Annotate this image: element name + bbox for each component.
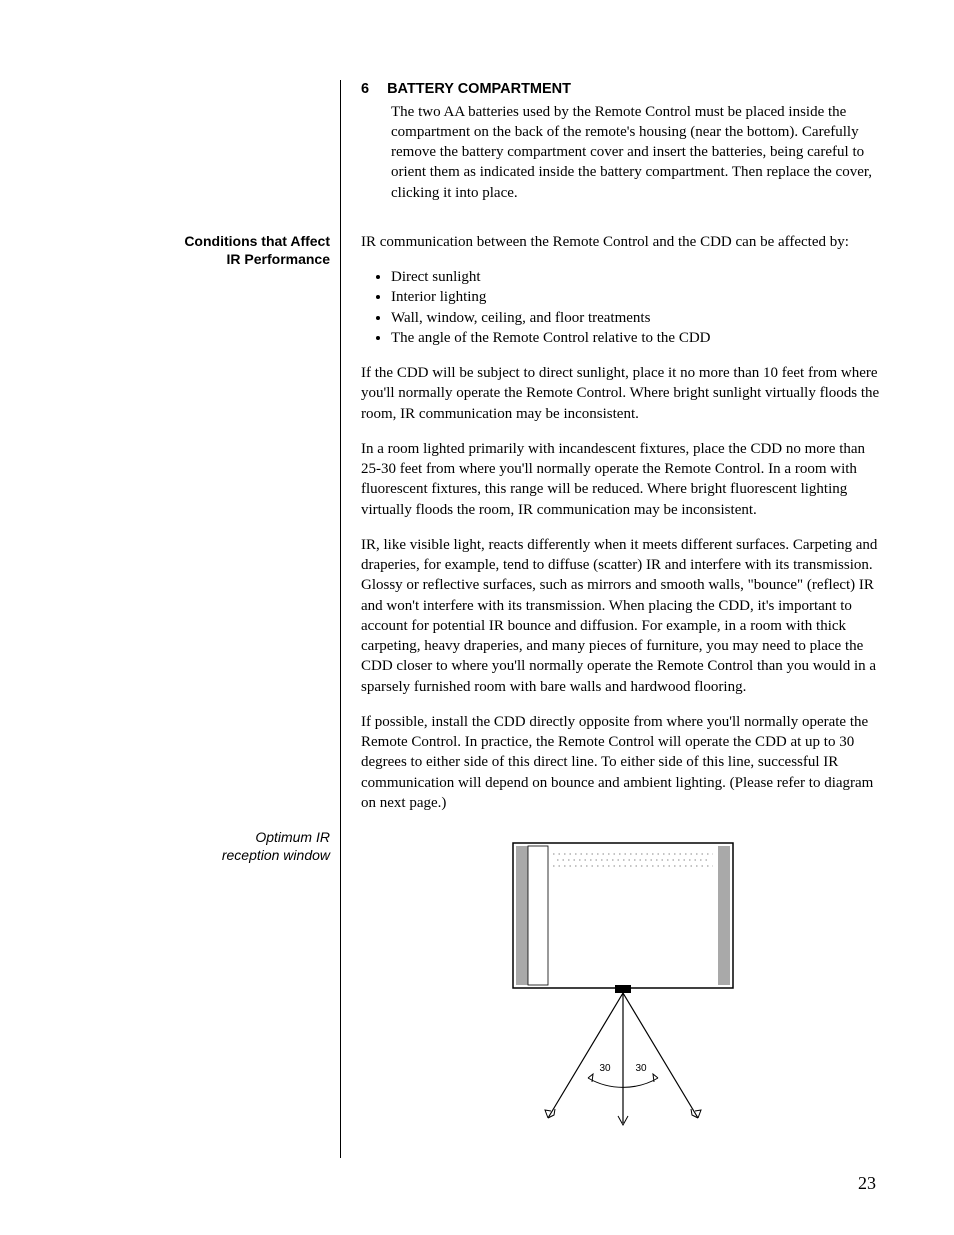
conditions-side-heading: Conditions that Affect IR Performance	[50, 232, 340, 268]
angle-right-label: 30	[635, 1063, 647, 1074]
conditions-p2: In a room lighted primarily with incande…	[361, 439, 884, 520]
diagram-caption-line2: reception window	[50, 846, 330, 864]
section-6-title: BATTERY COMPARTMENT	[387, 80, 571, 100]
bullet-item: Interior lighting	[391, 287, 884, 307]
diagram-caption-line1: Optimum IR	[50, 828, 330, 846]
diagram-body: 30 30	[340, 828, 884, 1158]
diagram-side-caption: Optimum IR reception window	[50, 828, 340, 864]
bullet-item: Direct sunlight	[391, 267, 884, 287]
section-6-number: 6	[361, 80, 369, 100]
section-diagram: Optimum IR reception window	[50, 828, 884, 1158]
conditions-p1: If the CDD will be subject to direct sun…	[361, 363, 884, 424]
page: 6 BATTERY COMPARTMENT The two AA batteri…	[0, 0, 954, 1235]
section-6-title-row: 6 BATTERY COMPARTMENT	[361, 80, 884, 100]
page-number: 23	[858, 1171, 876, 1195]
bullet-item: Wall, window, ceiling, and floor treatme…	[391, 308, 884, 328]
conditions-p4: If possible, install the CDD directly op…	[361, 712, 884, 813]
ir-window-diagram: 30 30	[493, 838, 753, 1138]
conditions-intro: IR communication between the Remote Cont…	[361, 232, 884, 252]
section-battery: 6 BATTERY COMPARTMENT The two AA batteri…	[50, 80, 884, 232]
section-6-text: The two AA batteries used by the Remote …	[361, 102, 884, 203]
conditions-p3: IR, like visible light, reacts different…	[361, 535, 884, 697]
angle-left-label: 30	[599, 1063, 611, 1074]
conditions-bullets: Direct sunlight Interior lighting Wall, …	[391, 267, 884, 348]
side-heading-line2: IR Performance	[50, 250, 330, 268]
bullet-item: The angle of the Remote Control relative…	[391, 328, 884, 348]
conditions-body: IR communication between the Remote Cont…	[340, 232, 884, 828]
section-6-body: 6 BATTERY COMPARTMENT The two AA batteri…	[340, 80, 884, 232]
side-heading-line1: Conditions that Affect	[50, 232, 330, 250]
diagram-wrap: 30 30	[361, 838, 884, 1138]
section-conditions: Conditions that Affect IR Performance IR…	[50, 232, 884, 828]
